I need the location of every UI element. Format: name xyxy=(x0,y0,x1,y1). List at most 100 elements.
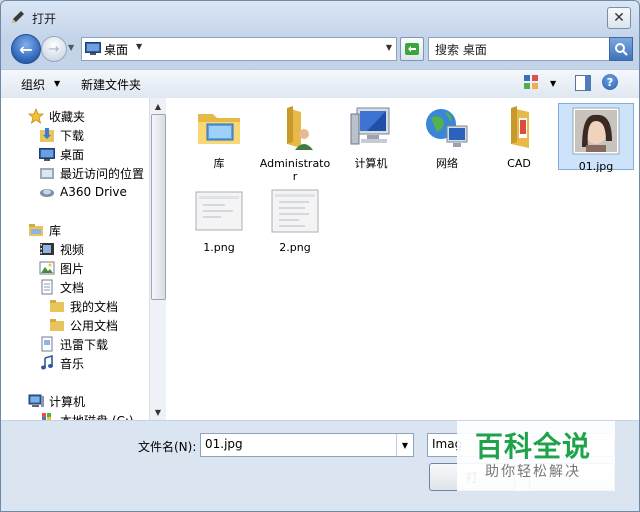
window-title: 打开 xyxy=(32,12,57,26)
command-toolbar: 组织 ▼ 新建文件夹 ▼ ? xyxy=(1,69,639,99)
scroll-down-icon[interactable]: ▼ xyxy=(150,404,166,420)
file-item-2-png[interactable]: 2.png xyxy=(258,188,332,254)
scrollbar-thumb[interactable] xyxy=(151,114,166,300)
nav-local-disk-c[interactable]: 本地磁盘 (C:) xyxy=(39,411,134,420)
file-item-computer[interactable]: 计算机 xyxy=(334,104,408,170)
scroll-up-icon[interactable]: ▲ xyxy=(150,98,166,114)
folder-icon xyxy=(50,319,64,331)
view-dropdown-icon[interactable]: ▼ xyxy=(550,79,556,88)
nav-local-disk-c-label: 本地磁盘 (C:) xyxy=(60,412,134,421)
arrow-right-icon: → xyxy=(48,41,60,57)
watermark-logo: 百科全说 助你轻松解决 xyxy=(457,421,615,491)
nav-computer-label: 计算机 xyxy=(49,394,86,409)
title-bar: 打开 ✕ xyxy=(1,1,639,33)
history-dropdown-icon[interactable]: ▼ xyxy=(68,43,74,52)
nav-libraries[interactable]: 库 xyxy=(28,221,61,239)
nav-videos-label: 视频 xyxy=(60,242,85,257)
file-item-network[interactable]: 网络 xyxy=(410,104,484,170)
file-item-1-png[interactable]: 1.png xyxy=(182,188,256,254)
view-options-icon[interactable] xyxy=(524,75,538,89)
preview-pane-icon[interactable] xyxy=(575,75,591,91)
forward-button[interactable]: → xyxy=(41,36,67,62)
file-item-administrator[interactable]: Administrator xyxy=(258,104,332,183)
video-icon xyxy=(40,243,54,255)
image-thumbnail xyxy=(572,107,620,155)
nav-a360-label: A360 Drive xyxy=(60,185,127,199)
help-icon: ? xyxy=(606,75,614,89)
search-box[interactable]: 搜索 桌面 xyxy=(428,37,633,61)
image-thumbnail xyxy=(271,189,319,233)
download-library-icon xyxy=(41,336,53,352)
nav-public-documents-label: 公用文档 xyxy=(70,318,119,333)
nav-documents-label: 文档 xyxy=(60,280,85,295)
filename-value: 01.jpg xyxy=(205,437,243,451)
nav-recent[interactable]: 最近访问的位置 xyxy=(39,164,144,182)
picture-icon xyxy=(39,261,55,275)
address-bar[interactable]: 桌面 ▼ ▼ xyxy=(81,37,397,61)
file-item-label: 2.png xyxy=(279,241,311,254)
document-icon xyxy=(41,279,53,295)
address-dropdown-icon[interactable]: ▼ xyxy=(386,43,392,52)
search-icon xyxy=(615,43,628,56)
organize-dropdown-icon[interactable]: ▼ xyxy=(54,79,60,88)
file-item-label: 01.jpg xyxy=(578,160,614,173)
file-item-cad[interactable]: CAD xyxy=(482,104,556,170)
recent-places-icon xyxy=(40,168,54,179)
file-item-label: 库 xyxy=(213,157,225,170)
nav-documents[interactable]: 文档 xyxy=(39,278,84,296)
refresh-button[interactable] xyxy=(400,37,424,61)
nav-videos[interactable]: 视频 xyxy=(39,240,84,258)
organize-button[interactable]: 组织 xyxy=(21,76,45,93)
filename-dropdown-icon[interactable]: ▼ xyxy=(396,434,413,456)
new-folder-button[interactable]: 新建文件夹 xyxy=(81,76,141,93)
nav-my-documents[interactable]: 我的文档 xyxy=(49,297,118,315)
close-button[interactable]: ✕ xyxy=(607,7,631,29)
nav-pictures-label: 图片 xyxy=(60,261,85,276)
nav-recent-label: 最近访问的位置 xyxy=(60,166,145,181)
address-text: 桌面 xyxy=(104,43,129,57)
desktop-icon xyxy=(39,148,55,161)
help-button[interactable]: ? xyxy=(602,74,618,90)
navigation-scrollbar[interactable]: ▲ ▼ xyxy=(149,98,166,420)
search-button[interactable] xyxy=(609,37,633,61)
nav-desktop-label: 桌面 xyxy=(60,147,85,162)
nav-desktop[interactable]: 桌面 xyxy=(39,145,84,163)
nav-favorites-label: 收藏夹 xyxy=(49,109,86,124)
nav-public-documents[interactable]: 公用文档 xyxy=(49,316,118,334)
file-list-view: 库 Administrator 计算机 网络 CAD 01.jpg 1.png … xyxy=(166,98,639,420)
computer-icon xyxy=(350,107,390,145)
breadcrumb-chevron-icon[interactable]: ▼ xyxy=(136,42,142,51)
watermark-title: 百科全说 xyxy=(475,430,592,463)
nav-pictures[interactable]: 图片 xyxy=(39,259,84,277)
file-item-label: Administrator xyxy=(259,157,331,183)
windows-drive-icon xyxy=(42,413,51,420)
computer-icon xyxy=(28,394,44,407)
image-thumbnail xyxy=(195,191,243,231)
nav-computer[interactable]: 计算机 xyxy=(28,392,85,410)
search-input[interactable]: 搜索 桌面 xyxy=(435,41,487,58)
close-icon: ✕ xyxy=(613,10,625,26)
file-item-label: 网络 xyxy=(436,157,458,170)
nav-thunder-downloads-label: 迅雷下载 xyxy=(60,337,109,352)
nav-favorites[interactable]: 收藏夹 xyxy=(28,107,85,125)
open-file-dialog: 打开 ✕ ← → ▼ 桌面 ▼ ▼ 搜索 桌面 组织 ▼ 新建文件夹 ▼ ? 收… xyxy=(0,0,640,512)
refresh-icon xyxy=(405,43,419,55)
nav-music-label: 音乐 xyxy=(60,356,85,371)
file-item-label: 1.png xyxy=(203,241,235,254)
filename-input[interactable]: 01.jpg ▼ xyxy=(200,433,414,457)
nav-a360[interactable]: A360 Drive xyxy=(39,183,127,201)
pencil-icon xyxy=(12,11,24,23)
folder-icon xyxy=(50,300,64,312)
nav-downloads[interactable]: 下载 xyxy=(39,126,84,144)
watermark-subtitle: 助你轻松解决 xyxy=(485,464,581,480)
desktop-icon xyxy=(85,42,101,55)
nav-music[interactable]: 音乐 xyxy=(39,354,84,372)
file-item-library[interactable]: 库 xyxy=(182,104,256,170)
user-folder-icon xyxy=(287,106,313,150)
library-folder-icon xyxy=(198,114,240,144)
nav-downloads-label: 下载 xyxy=(60,128,85,143)
back-button[interactable]: ← xyxy=(11,34,41,64)
nav-thunder-downloads[interactable]: 迅雷下载 xyxy=(39,335,108,353)
arrow-left-icon: ← xyxy=(19,39,33,59)
file-item-01-jpg[interactable]: 01.jpg xyxy=(558,103,634,173)
